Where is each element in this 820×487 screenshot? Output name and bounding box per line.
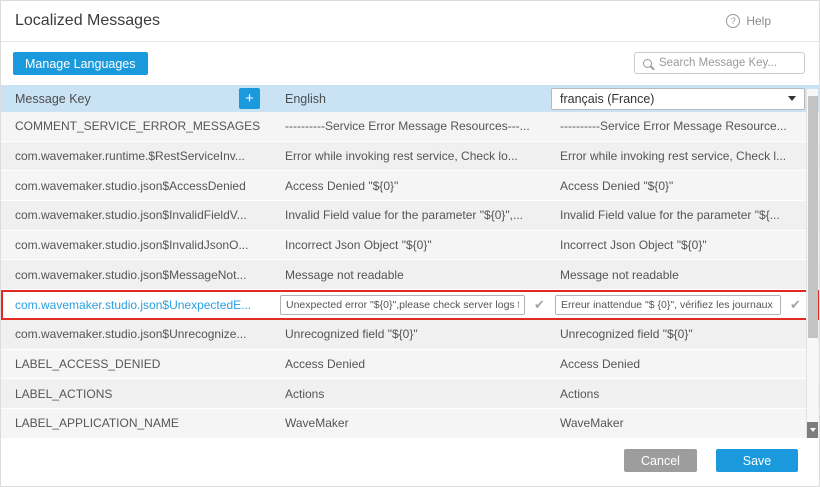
english-value: ----------Service Error Message Resource… <box>285 119 530 133</box>
english-value: Access Denied <box>285 357 365 371</box>
message-key: LABEL_APPLICATION_NAME <box>15 416 179 430</box>
table-body: COMMENT_SERVICE_ERROR_MESSAGES ----------… <box>1 112 819 438</box>
page-title: Localized Messages <box>15 12 160 30</box>
french-value: WaveMaker <box>560 416 624 430</box>
apply-check-icon[interactable]: ✔ <box>790 297 801 313</box>
message-key: com.wavemaker.studio.json$InvalidJsonO..… <box>15 238 248 252</box>
table-row[interactable]: com.wavemaker.studio.json$InvalidFieldV.… <box>1 201 819 231</box>
table-row[interactable]: LABEL_ACCESS_DENIED Access Denied Access D… <box>1 350 819 380</box>
titlebar: Localized Messages ? Help <box>1 1 819 42</box>
english-value: Access Denied "${0}" <box>285 179 398 193</box>
french-value: Invalid Field value for the parameter "$… <box>560 208 780 222</box>
table-row[interactable]: COMMENT_SERVICE_ERROR_MESSAGES ----------… <box>1 112 819 142</box>
vertical-scrollbar[interactable] <box>806 89 818 438</box>
language-selected-value: français (France) <box>560 92 654 106</box>
english-value: Incorrect Json Object "${0}" <box>285 238 432 252</box>
english-value: Unrecognized field "${0}" <box>285 327 418 341</box>
table-header: Message Key + English français (France) <box>1 85 819 112</box>
apply-check-icon[interactable]: ✔ <box>534 297 545 313</box>
english-value: Actions <box>285 387 324 401</box>
english-edit-input[interactable] <box>280 295 525 315</box>
manage-languages-button[interactable]: Manage Languages <box>13 52 148 75</box>
message-key: com.wavemaker.studio.json$AccessDenied <box>15 179 246 193</box>
help-icon: ? <box>726 14 740 28</box>
french-value: Actions <box>560 387 599 401</box>
table-row[interactable]: com.wavemaker.studio.json$AccessDenied Ac… <box>1 171 819 201</box>
message-key: LABEL_ACCESS_DENIED <box>15 357 160 371</box>
help-link[interactable]: ? Help <box>726 14 771 28</box>
french-value: Access Denied "${0}" <box>560 179 673 193</box>
english-value: Invalid Field value for the parameter "$… <box>285 208 523 222</box>
search-input[interactable] <box>659 57 796 69</box>
save-button[interactable]: Save <box>716 449 798 472</box>
french-value: Access Denied <box>560 357 640 371</box>
french-value: Unrecognized field "${0}" <box>560 327 693 341</box>
search-box[interactable] <box>634 52 805 74</box>
english-column-label: English <box>285 92 326 106</box>
message-key: com.wavemaker.studio.json$MessageNot... <box>15 268 246 282</box>
table-row[interactable]: com.wavemaker.runtime.$RestServiceInv...… <box>1 142 819 172</box>
language-select[interactable]: français (France) <box>551 88 805 110</box>
message-key: com.wavemaker.runtime.$RestServiceInv... <box>15 149 245 163</box>
table-row[interactable]: LABEL_APPLICATION_NAME WaveMaker WaveMaker <box>1 409 819 438</box>
scroll-down-button[interactable] <box>807 422 818 438</box>
search-icon <box>643 59 652 68</box>
table-row[interactable]: LABEL_ACTIONS Actions Actions <box>1 379 819 409</box>
french-value: Message not readable <box>560 268 679 282</box>
scrollbar-thumb[interactable] <box>808 96 818 338</box>
english-value: Message not readable <box>285 268 404 282</box>
english-value: Error while invoking rest service, Check… <box>285 149 518 163</box>
chevron-down-icon <box>810 428 816 432</box>
english-value: WaveMaker <box>285 416 349 430</box>
table-row[interactable]: com.wavemaker.studio.json$InvalidJsonO..… <box>1 231 819 261</box>
french-value: Incorrect Json Object "${0}" <box>560 238 707 252</box>
table-row-editing[interactable]: com.wavemaker.studio.json$UnexpectedE...… <box>1 290 819 320</box>
table-row[interactable]: com.wavemaker.studio.json$MessageNot... M… <box>1 260 819 290</box>
table-row[interactable]: com.wavemaker.studio.json$Unrecognize...… <box>1 320 819 350</box>
help-label: Help <box>746 14 771 28</box>
french-edit-input[interactable] <box>555 295 781 315</box>
message-key: COMMENT_SERVICE_ERROR_MESSAGES <box>15 119 260 133</box>
message-key: com.wavemaker.studio.json$InvalidFieldV.… <box>15 208 247 222</box>
column-header-english: English <box>271 85 546 112</box>
message-key: com.wavemaker.studio.json$Unrecognize... <box>15 327 246 341</box>
message-key-column-label: Message Key <box>15 92 91 106</box>
column-header-message-key: Message Key + <box>1 85 271 112</box>
add-message-key-button[interactable]: + <box>239 88 260 109</box>
column-header-language: français (France) <box>546 85 819 112</box>
chevron-down-icon <box>788 96 796 101</box>
french-value: ----------Service Error Message Resource… <box>560 119 787 133</box>
messages-table: Message Key + English français (France) … <box>1 85 819 438</box>
cancel-button[interactable]: Cancel <box>624 449 697 472</box>
message-key[interactable]: com.wavemaker.studio.json$UnexpectedE... <box>15 298 251 312</box>
localized-messages-panel: Localized Messages ? Help Manage Languag… <box>0 0 820 487</box>
french-value: Error while invoking rest service, Check… <box>560 149 786 163</box>
message-key: LABEL_ACTIONS <box>15 387 112 401</box>
